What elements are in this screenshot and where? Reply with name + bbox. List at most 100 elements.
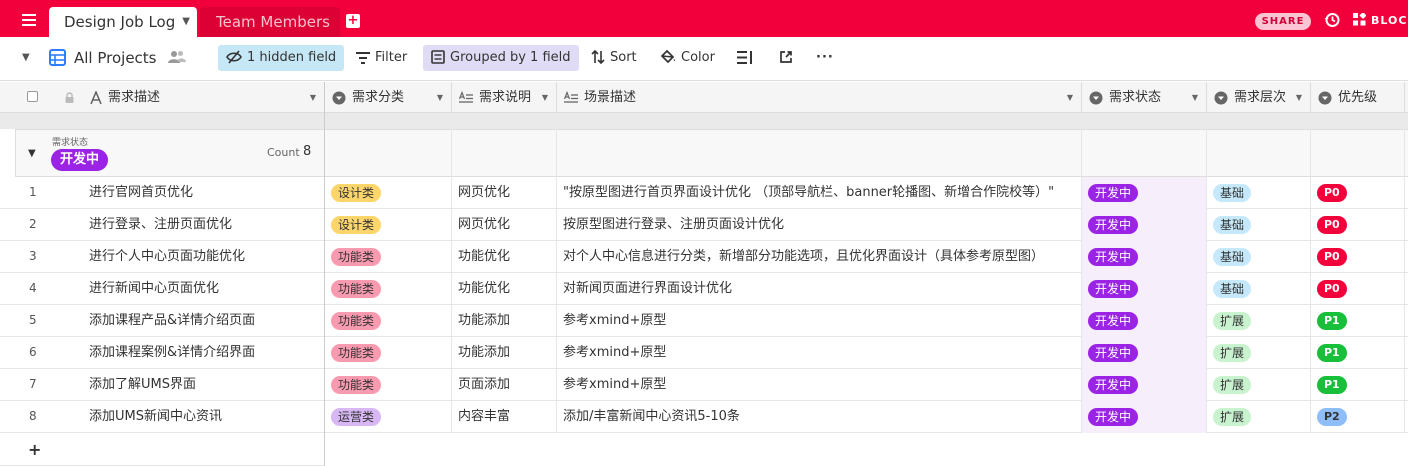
cell-level[interactable]: 扩展: [1207, 337, 1311, 369]
add-table-button[interactable]: +: [346, 14, 360, 28]
group-button[interactable]: Grouped by 1 field: [423, 45, 579, 71]
header-col-explanation[interactable]: 需求说明 ▼: [452, 82, 557, 113]
cell-desc[interactable]: 添加了解UMS界面: [60, 369, 325, 401]
cell-level[interactable]: 扩展: [1207, 401, 1311, 433]
cell-desc[interactable]: 添加课程案例&详情介绍界面: [60, 337, 325, 369]
blocks-button[interactable]: BLOC: [1353, 13, 1407, 29]
chevron-down-icon[interactable]: ▼: [542, 82, 548, 113]
cell-desc[interactable]: 添加UMS新闻中心资讯: [60, 401, 325, 433]
chevron-down-icon[interactable]: ▼: [182, 7, 190, 37]
cell-explanation[interactable]: 页面添加: [452, 369, 557, 401]
cell-priority[interactable]: P1: [1311, 305, 1405, 337]
cell-explanation[interactable]: 功能添加: [452, 305, 557, 337]
cell-category[interactable]: 功能类: [325, 273, 452, 305]
table-row[interactable]: 2 进行登录、注册页面优化 设计类 网页优化 按原型图进行登录、注册页面设计优化 开发中 基…: [0, 209, 1408, 241]
cell-level[interactable]: 扩展: [1207, 305, 1311, 337]
cell-level[interactable]: 基础: [1207, 273, 1311, 305]
table-row[interactable]: 5 添加课程产品&详情介绍页面 功能类 功能添加 参考xmind+原型 开发中 扩展 P1: [0, 305, 1408, 337]
cell-category[interactable]: 运营类: [325, 401, 452, 433]
hide-fields-button[interactable]: 1 hidden field: [218, 45, 345, 71]
add-record-row[interactable]: [0, 433, 325, 466]
cell-scene[interactable]: "按原型图进行首页界面设计优化 （顶部导航栏、banner轮播图、新增合作院校等…: [557, 177, 1082, 209]
chevron-down-icon[interactable]: ▼: [1192, 82, 1198, 113]
cell-category[interactable]: 功能类: [325, 337, 452, 369]
chevron-down-icon[interactable]: ▼: [437, 82, 443, 113]
cell-scene[interactable]: 添加/丰富新闻中心资讯5-10条: [557, 401, 1082, 433]
cell-priority[interactable]: P0: [1311, 241, 1405, 273]
cell-scene[interactable]: 参考xmind+原型: [557, 305, 1082, 337]
chevron-down-icon[interactable]: ▼: [310, 82, 316, 113]
cell-category[interactable]: 设计类: [325, 209, 452, 241]
menu-button[interactable]: [18, 12, 40, 28]
cell-level[interactable]: 基础: [1207, 177, 1311, 209]
cell-priority[interactable]: P0: [1311, 273, 1405, 305]
collapse-group-icon[interactable]: ▼: [28, 148, 36, 159]
cell-scene[interactable]: 对新闻页面进行界面设计优化: [557, 273, 1082, 305]
views-toggle-button[interactable]: ▼: [22, 45, 30, 71]
cell-desc[interactable]: 进行新闻中心页面优化: [60, 273, 325, 305]
sort-button[interactable]: Sort: [591, 45, 637, 71]
history-icon[interactable]: [1324, 12, 1340, 28]
select-all-checkbox[interactable]: [27, 91, 38, 102]
cell-desc[interactable]: 进行个人中心页面功能优化: [60, 241, 325, 273]
cell-status[interactable]: 开发中: [1082, 273, 1207, 305]
table-row[interactable]: 8 添加UMS新闻中心资讯 运营类 内容丰富 添加/丰富新闻中心资讯5-10条 开发中 扩展…: [0, 401, 1408, 433]
view-switcher[interactable]: All Projects: [49, 45, 157, 71]
cell-status[interactable]: 开发中: [1082, 369, 1207, 401]
cell-desc[interactable]: 添加课程产品&详情介绍页面: [60, 305, 325, 337]
header-col-status[interactable]: 需求状态 ▼: [1082, 82, 1207, 113]
cell-priority[interactable]: P0: [1311, 209, 1405, 241]
cell-status[interactable]: 开发中: [1082, 177, 1207, 209]
cell-status[interactable]: 开发中: [1082, 401, 1207, 433]
cell-level[interactable]: 基础: [1207, 241, 1311, 273]
more-options-button[interactable]: ···: [816, 45, 834, 71]
cell-priority[interactable]: P1: [1311, 337, 1405, 369]
cell-scene[interactable]: 对个人中心信息进行分类，新增部分功能选项，且优化界面设计（具体参考原型图）: [557, 241, 1082, 273]
collaborators-button[interactable]: [168, 45, 191, 71]
header-col-scene[interactable]: 场景描述 ▼: [557, 82, 1082, 113]
cell-category[interactable]: 功能类: [325, 241, 452, 273]
share-view-button[interactable]: [779, 45, 798, 71]
cell-scene[interactable]: 按原型图进行登录、注册页面设计优化: [557, 209, 1082, 241]
row-height-button[interactable]: [737, 45, 758, 71]
cell-level[interactable]: 基础: [1207, 209, 1311, 241]
table-row[interactable]: 6 添加课程案例&详情介绍界面 功能类 功能添加 参考xmind+原型 开发中 扩展 P1: [0, 337, 1408, 369]
cell-explanation[interactable]: 网页优化: [452, 177, 557, 209]
cell-explanation[interactable]: 功能优化: [452, 273, 557, 305]
cell-priority[interactable]: P1: [1311, 369, 1405, 401]
chevron-down-icon[interactable]: ▼: [1296, 82, 1302, 113]
cell-status[interactable]: 开发中: [1082, 305, 1207, 337]
filter-button[interactable]: Filter: [356, 45, 407, 71]
color-button[interactable]: Color: [660, 45, 715, 71]
tab-design-job-log[interactable]: Design Job Log ▼: [49, 7, 197, 37]
cell-priority[interactable]: P0: [1311, 177, 1405, 209]
cell-explanation[interactable]: 内容丰富: [452, 401, 557, 433]
cell-category[interactable]: 功能类: [325, 305, 452, 337]
chevron-down-icon[interactable]: ▼: [1067, 82, 1073, 113]
add-record-button[interactable]: +: [28, 440, 41, 459]
table-row[interactable]: 1 进行官网首页优化 设计类 网页优化 "按原型图进行首页界面设计优化 （顶部导航栏、b…: [0, 177, 1408, 209]
table-row[interactable]: 7 添加了解UMS界面 功能类 页面添加 参考xmind+原型 开发中 扩展 P1: [0, 369, 1408, 401]
header-col-level[interactable]: 需求层次 ▼: [1207, 82, 1311, 113]
cell-desc[interactable]: 进行登录、注册页面优化: [60, 209, 325, 241]
share-button[interactable]: SHARE: [1255, 13, 1311, 30]
cell-category[interactable]: 功能类: [325, 369, 452, 401]
header-col-category[interactable]: 需求分类 ▼: [325, 82, 452, 113]
cell-explanation[interactable]: 网页优化: [452, 209, 557, 241]
cell-status[interactable]: 开发中: [1082, 337, 1207, 369]
cell-explanation[interactable]: 功能添加: [452, 337, 557, 369]
header-col-priority[interactable]: 优先级: [1311, 82, 1405, 113]
header-col-desc[interactable]: 需求描述 ▼: [60, 82, 325, 113]
table-row[interactable]: 3 进行个人中心页面功能优化 功能类 功能优化 对个人中心信息进行分类，新增部分功能选项…: [0, 241, 1408, 273]
cell-explanation[interactable]: 功能优化: [452, 241, 557, 273]
table-row[interactable]: 4 进行新闻中心页面优化 功能类 功能优化 对新闻页面进行界面设计优化 开发中 基础 P0: [0, 273, 1408, 305]
cell-category[interactable]: 设计类: [325, 177, 452, 209]
cell-level[interactable]: 扩展: [1207, 369, 1311, 401]
cell-desc[interactable]: 进行官网首页优化: [60, 177, 325, 209]
cell-scene[interactable]: 参考xmind+原型: [557, 369, 1082, 401]
cell-priority[interactable]: P2: [1311, 401, 1405, 433]
cell-scene[interactable]: 参考xmind+原型: [557, 337, 1082, 369]
tab-team-members[interactable]: Team Members: [200, 7, 340, 37]
cell-status[interactable]: 开发中: [1082, 241, 1207, 273]
cell-status[interactable]: 开发中: [1082, 209, 1207, 241]
